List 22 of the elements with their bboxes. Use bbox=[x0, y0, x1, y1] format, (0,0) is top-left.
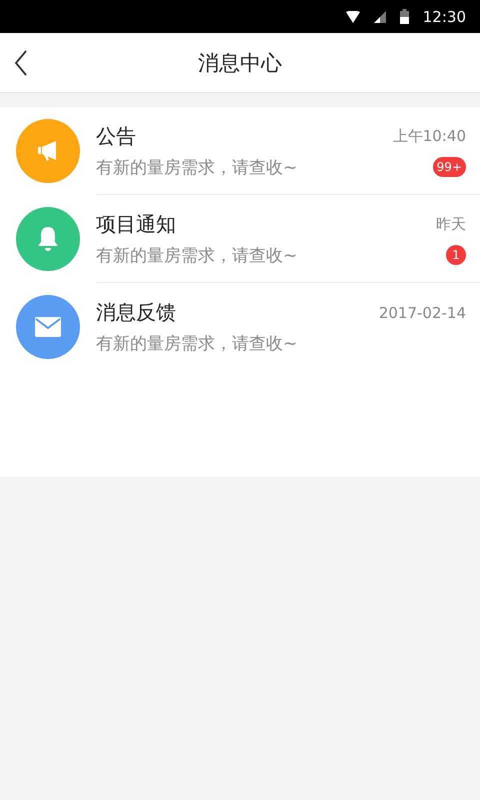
page-title: 消息中心 bbox=[198, 50, 282, 76]
back-icon[interactable] bbox=[14, 50, 28, 76]
message-preview: 有新的量房需求，请查收~ bbox=[96, 333, 298, 355]
message-item[interactable]: 项目通知 昨天 有新的量房需求，请查收~ 1 bbox=[0, 195, 480, 283]
unread-count: 1 bbox=[446, 245, 466, 265]
message-item[interactable]: 公告 上午10:40 有新的量房需求，请查收~ 99+ bbox=[0, 107, 480, 195]
message-item[interactable]: 消息反馈 2017-02-14 有新的量房需求，请查收~ bbox=[0, 283, 480, 371]
message-title: 消息反馈 bbox=[96, 299, 176, 326]
clock: 12:30 bbox=[422, 8, 466, 26]
battery-icon bbox=[400, 9, 409, 24]
signal-icon bbox=[374, 10, 386, 22]
bell-icon bbox=[36, 226, 60, 252]
wifi-icon bbox=[346, 10, 360, 22]
message-preview: 有新的量房需求，请查收~ bbox=[96, 244, 298, 266]
unread-count: 99+ bbox=[432, 157, 466, 177]
message-time: 上午10:40 bbox=[392, 126, 466, 146]
message-preview: 有新的量房需求，请查收~ bbox=[96, 156, 298, 178]
message-title: 项目通知 bbox=[96, 210, 176, 238]
message-time: 昨天 bbox=[436, 214, 466, 234]
message-time: 2017-02-14 bbox=[378, 304, 466, 322]
message-title: 公告 bbox=[96, 122, 136, 150]
mail-icon bbox=[35, 317, 61, 337]
